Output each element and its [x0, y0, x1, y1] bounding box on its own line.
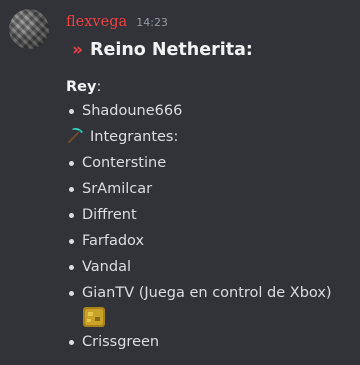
gold-block-emoji[interactable] — [82, 306, 106, 328]
bullet-dot — [69, 109, 74, 114]
rey-label-colon: : — [96, 79, 102, 95]
bullet-dot — [69, 161, 74, 166]
rey-section-label: Rey: — [66, 79, 101, 95]
message-header: flexvega 14:23 — [66, 11, 168, 30]
rey-label: Rey — [66, 79, 97, 95]
message-heading: » Reino Netherita: — [72, 40, 253, 60]
user-avatar[interactable] — [9, 9, 49, 49]
double-chevron-icon: » — [72, 39, 83, 60]
list-item-member: Vandal — [82, 259, 131, 275]
list-item-member: SrAmilcar — [82, 181, 153, 197]
pickaxe-icon — [67, 128, 83, 144]
heading-text: Reino Netherita: — [89, 40, 253, 60]
bullet-dot — [69, 187, 74, 192]
list-item-member: Diffrent — [82, 207, 137, 223]
username[interactable]: flexvega — [66, 14, 127, 30]
list-item-member: Farfadox — [82, 233, 145, 249]
bullet-dot — [69, 213, 74, 218]
bullet-dot — [69, 239, 74, 244]
list-item-member: GianTV (Juega en control de Xbox) — [82, 285, 332, 301]
list-item-rey: Shadoune666 — [82, 103, 183, 119]
bullet-dot — [69, 340, 74, 345]
list-item-member: Conterstine — [82, 155, 167, 171]
list-item-member: Crissgreen — [82, 334, 160, 350]
bullet-dot — [69, 265, 74, 270]
message-timestamp[interactable]: 14:23 — [136, 16, 168, 29]
bullet-dot — [69, 291, 74, 296]
integrantes-label: Integrantes: — [90, 129, 179, 145]
